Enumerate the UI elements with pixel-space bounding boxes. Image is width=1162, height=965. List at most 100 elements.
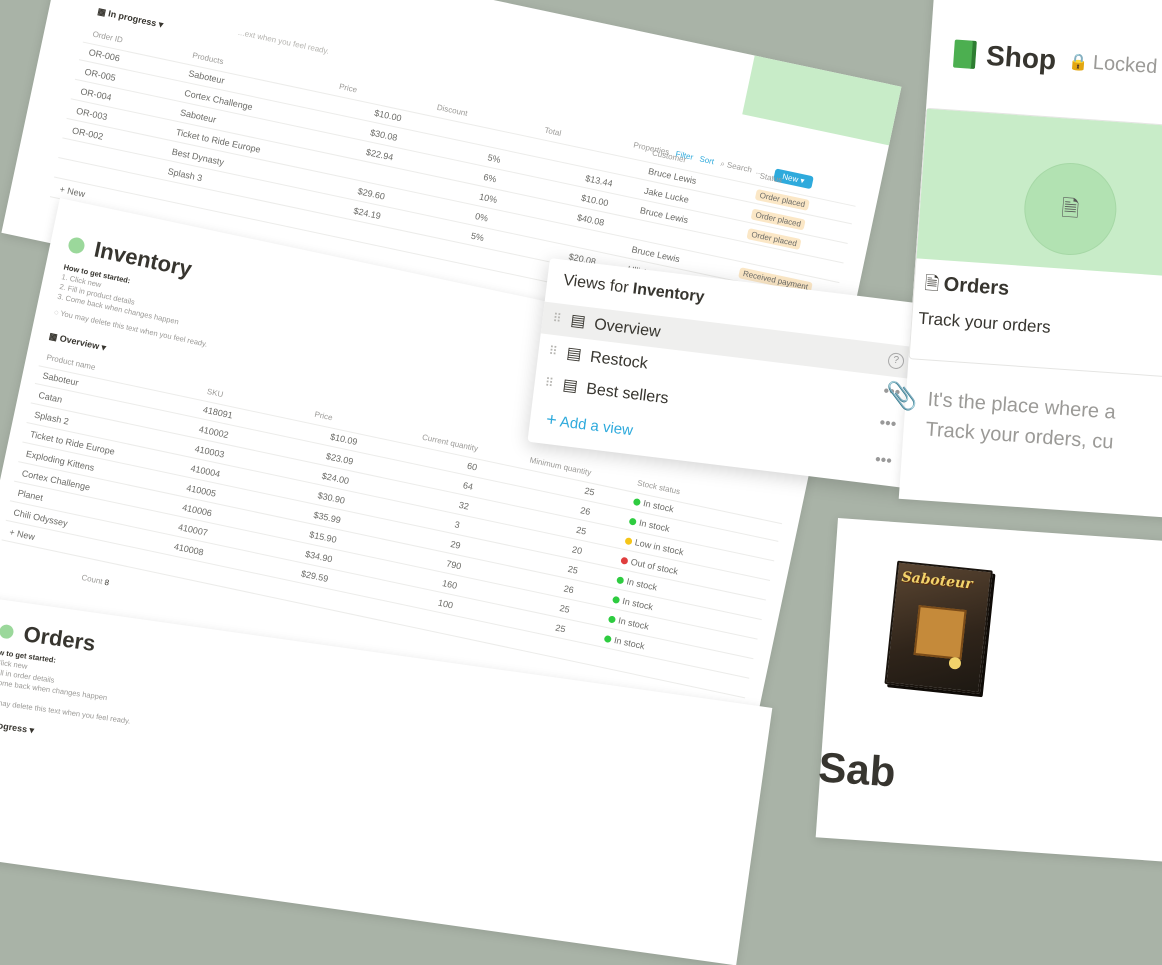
new-row-label: + New <box>8 526 36 543</box>
book-icon <box>952 39 977 69</box>
stock-status-label: In stock <box>617 615 650 632</box>
cell-discount: 5% <box>486 152 502 165</box>
status-dot-icon <box>620 556 629 565</box>
cell-price: $15.90 <box>308 529 338 545</box>
orders-view-switch[interactable]: ▦ In progress ▾ <box>96 6 165 31</box>
cell-minimum-quantity: 26 <box>562 583 575 596</box>
orders-view-switch[interactable]: In progress ▾ <box>0 718 35 737</box>
views-popup-title: Views for Inventory <box>562 271 706 307</box>
cell-price: $10.09 <box>329 431 359 448</box>
drag-handle-icon[interactable]: ⠿ <box>548 344 558 359</box>
paperclip-icon: 📎 <box>884 379 920 412</box>
cell-minimum-quantity: 20 <box>571 544 584 557</box>
cell-price: $34.90 <box>304 548 334 565</box>
green-circle-icon <box>67 235 86 255</box>
cell-status <box>744 248 752 252</box>
cell-product: Saboteur <box>179 107 218 125</box>
cell-sku: 410007 <box>177 521 209 538</box>
status-dot-icon <box>607 615 617 624</box>
drag-handle-icon[interactable]: ⠿ <box>552 311 562 326</box>
shop-title: Shop <box>985 39 1058 76</box>
gallery-card-title-row: 🗎 Orders <box>924 271 1010 307</box>
cell-current-quantity: 790 <box>445 558 463 572</box>
cell-minimum-quantity: 25 <box>575 524 588 537</box>
cell-current-quantity: 160 <box>441 578 459 591</box>
header-customer: Customer <box>651 148 688 165</box>
add-view-button[interactable]: + Add a view <box>545 409 634 440</box>
stock-status-label: In stock <box>613 634 646 652</box>
header-order-id: Order ID <box>91 29 124 45</box>
more-icon[interactable]: ••• <box>878 414 898 434</box>
cell-sku: 410008 <box>173 541 205 558</box>
cell-current-quantity: 3 <box>453 519 461 531</box>
cell-minimum-quantity: 25 <box>558 602 571 615</box>
cell-sku: 418091 <box>202 404 234 421</box>
more-icon[interactable]: ••• <box>874 451 893 471</box>
cell-stock-status: In stock <box>607 613 650 632</box>
header-discount: Discount <box>436 102 469 118</box>
cell-order-id: OR-004 <box>79 86 113 103</box>
header-products: Products <box>191 50 225 67</box>
cell-order-id: OR-006 <box>87 47 121 64</box>
cell-current-quantity: 60 <box>466 460 479 473</box>
gallery-card-orders[interactable]: 🗎 🗎 Orders Track your orders <box>908 107 1162 381</box>
cell-total: $40.08 <box>576 212 606 228</box>
cell-discount: 0% <box>474 211 490 224</box>
header-total: Total <box>543 125 563 138</box>
cell-sku: 410002 <box>197 424 230 441</box>
status-dot-icon <box>624 537 633 546</box>
header-price: Price <box>313 409 334 423</box>
cell-stock-status: In stock <box>628 516 671 534</box>
cell-sku: 410003 <box>193 443 226 460</box>
gallery-cover: 🗎 <box>916 108 1162 280</box>
cell-sku: 410006 <box>181 502 213 519</box>
green-circle-icon <box>0 623 15 640</box>
shop-description: It's the place where a Track your orders… <box>925 385 1117 458</box>
stock-status-label: In stock <box>625 576 659 593</box>
box-title: Saboteur <box>900 569 974 593</box>
header-sku: SKU <box>206 386 225 400</box>
product-card: Saboteur Sab <box>815 518 1162 863</box>
cell-price: $24.00 <box>320 470 350 487</box>
cell-current-quantity: 32 <box>457 499 470 512</box>
cell-stock-status: In stock <box>632 496 675 514</box>
cell-minimum-quantity: 25 <box>554 622 567 635</box>
orders-howto: How to get started: 1. Click new 2. Fill… <box>0 646 112 703</box>
cell-price: $30.90 <box>316 490 346 506</box>
cell-current-quantity: 64 <box>462 480 474 493</box>
stock-status-label: In stock <box>621 595 654 613</box>
table-icon: ▤ <box>565 344 583 364</box>
cell-price: $30.08 <box>369 127 399 143</box>
drag-handle-icon[interactable]: ⠿ <box>544 375 554 390</box>
cell-product: Splash 3 <box>166 166 204 184</box>
cell-discount: 10% <box>478 191 499 206</box>
cell-sku: 410004 <box>189 463 222 480</box>
header-status: Status <box>758 171 783 185</box>
cell-product-name: Saboteur <box>41 370 80 388</box>
status-dot-icon <box>628 517 637 526</box>
lock-icon: 🔒 <box>1067 53 1089 72</box>
box-art-cart <box>913 605 967 660</box>
cell-price: $22.94 <box>365 146 395 163</box>
shop-card: Shop 🔒 Locked 🗎 🗎 Orders Track your orde… <box>885 0 1162 522</box>
saboteur-box-image: Saboteur <box>884 560 993 694</box>
lock-label: Locked <box>1092 51 1159 79</box>
cell-stock-status: In stock <box>616 574 659 593</box>
header-price: Price <box>338 81 358 95</box>
view-label: Restock <box>589 348 649 373</box>
table-icon: ▤ <box>569 312 587 331</box>
status-dot-icon <box>603 634 612 644</box>
status-dot-icon <box>632 497 642 507</box>
cell-order-id: OR-002 <box>71 125 105 142</box>
cell-price: $29.60 <box>356 186 386 202</box>
cell-price: $35.99 <box>312 509 342 526</box>
product-title: Sab <box>816 743 898 796</box>
cell-stock-status: In stock <box>611 594 654 613</box>
help-icon[interactable]: ? <box>887 352 905 370</box>
orders-note: You may delete this text when you feel r… <box>0 696 131 726</box>
orders-title: Orders <box>22 621 98 656</box>
cell-minimum-quantity: 25 <box>583 485 596 498</box>
cell-sku: 410005 <box>185 482 217 499</box>
cell-minimum-quantity: 25 <box>566 563 579 576</box>
status-dot-icon <box>616 576 625 585</box>
